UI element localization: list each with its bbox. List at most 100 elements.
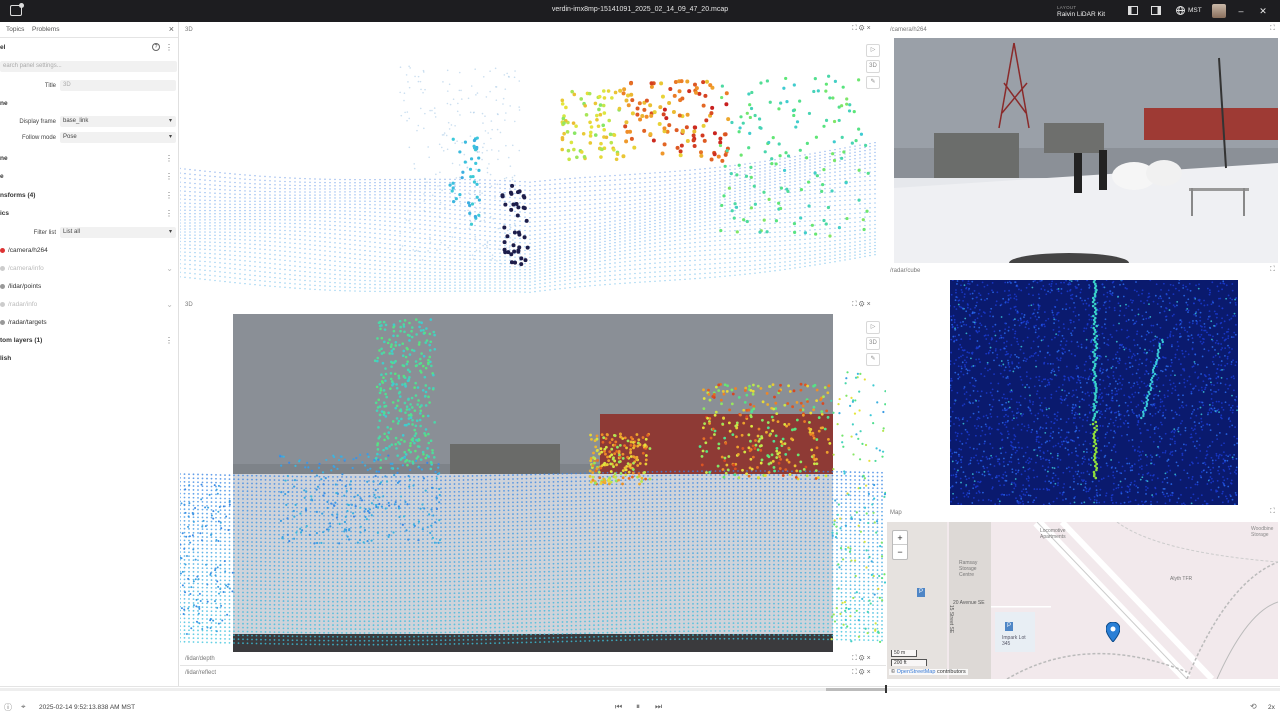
visibility-icon[interactable] (0, 301, 5, 307)
tab-problems[interactable]: Problems (32, 26, 59, 33)
sidebar-tabs: Topics Problems × (0, 22, 178, 38)
close-sidebar-icon[interactable]: × (169, 24, 174, 34)
loop-icon[interactable]: ⟲ (1250, 702, 1257, 711)
zoom-in-button[interactable]: + (893, 531, 907, 545)
filter-list-select[interactable]: List all ▾ (60, 227, 176, 238)
timeline-track[interactable] (0, 688, 1280, 691)
select-tool-icon[interactable]: ▷ (866, 44, 880, 57)
chevron-down-icon: ▾ (168, 118, 172, 124)
section-custom-layers[interactable]: tom layers (1) ⋮ (0, 337, 179, 345)
left-sidebar-toggle-icon[interactable] (1128, 6, 1138, 16)
section-panel: el ? ⋮ (0, 43, 179, 52)
panel-title-map: Map (890, 510, 902, 516)
topic-label: /radar/targets (8, 319, 47, 326)
location-marker-icon[interactable] (1105, 621, 1121, 644)
filter-list-label: Filter list (33, 230, 56, 236)
topic-item[interactable]: /lidar/points (0, 283, 179, 290)
right-sidebar-toggle-icon[interactable] (1151, 6, 1161, 16)
topic-label: /camera/info (8, 265, 44, 272)
fullscreen-icon[interactable]: ⛶ (1270, 508, 1275, 516)
street-label: 20 Avenue SE (953, 600, 985, 606)
map-label: Locomotive Apartments (1040, 528, 1066, 540)
globe-icon[interactable] (1175, 6, 1185, 16)
skip-back-icon[interactable]: ⏮ (615, 702, 622, 712)
playback-speed[interactable]: 2x (1268, 704, 1275, 711)
layout-label: LAYOUT (1057, 5, 1077, 10)
fullscreen-icon[interactable]: ⛶ (1270, 266, 1275, 274)
help-icon[interactable]: ? (152, 43, 160, 51)
section-publish[interactable]: lish (0, 355, 179, 362)
tab-topics[interactable]: Topics (6, 26, 24, 33)
section-frame[interactable]: ne (0, 100, 179, 107)
panel-toolbar[interactable]: ⛶⚙× (852, 301, 873, 309)
playback-timestamp[interactable]: 2025-02-14 9:52:13.838 AM MST (39, 704, 135, 711)
zoom-out-button[interactable]: − (893, 545, 907, 559)
layout-selector[interactable]: LAYOUT Raivin LiDAR Kit (1057, 4, 1105, 18)
close-window-icon[interactable]: ✕ (1258, 6, 1268, 16)
visibility-icon[interactable] (0, 265, 5, 271)
seek-to-time-icon[interactable]: ⌖ (21, 702, 26, 712)
follow-mode-value: Pose (63, 134, 77, 140)
topic-item[interactable]: /camera/info ⌄ (0, 265, 179, 273)
fullscreen-icon[interactable]: ⛶ (1270, 25, 1275, 33)
select-tool-icon[interactable]: ▷ (866, 321, 880, 334)
minimize-icon[interactable]: – (1236, 6, 1246, 16)
display-frame-select[interactable]: base_link ▾ (60, 116, 176, 127)
section-topics-label: ics (0, 210, 10, 217)
scale-bar-imperial: 200 ft (891, 659, 927, 666)
playhead[interactable] (885, 685, 887, 693)
topic-item[interactable]: /radar/targets (0, 319, 179, 326)
map-view[interactable]: + − Locomotive Apartments Ramsay Storage… (887, 522, 1278, 679)
panel-toolbar[interactable]: ⛶⚙× (852, 25, 873, 33)
visibility-icon[interactable] (0, 319, 5, 325)
user-avatar[interactable] (1212, 4, 1226, 18)
title-input[interactable]: 3D (60, 80, 176, 91)
map-label: Impark Lot 345 (1002, 635, 1026, 647)
section-panel-label: el (0, 44, 6, 51)
section-frame-label: ne (0, 100, 8, 107)
openstreetmap-link[interactable]: OpenStreetMap (897, 669, 936, 675)
section-transforms[interactable]: nsforms (4) ⋮ (0, 192, 179, 200)
lidar-3d-viewport[interactable]: ▷ 3D ✎ (180, 36, 886, 298)
topic-label: /lidar/points (8, 283, 42, 290)
chevron-down-icon: ⌄ (166, 300, 173, 309)
section-menu-icon[interactable]: ⋮ (165, 337, 173, 345)
panel-toolbar[interactable]: ⛶⚙× (852, 655, 873, 663)
section-menu-icon[interactable]: ⋮ (165, 192, 173, 200)
map-label: Ramsay Storage Centre (959, 560, 978, 578)
map-label: Alyth TFR (1170, 576, 1193, 582)
layout-name: Raivin LiDAR Kit (1057, 11, 1106, 18)
chevron-down-icon: ▾ (168, 134, 172, 140)
follow-mode-label: Follow mode (21, 135, 56, 141)
follow-mode-select[interactable]: Pose ▾ (60, 132, 176, 143)
timezone-label[interactable]: MST (1188, 7, 1202, 14)
visibility-icon[interactable] (0, 283, 5, 289)
measure-tool-icon[interactable]: ✎ (866, 353, 880, 366)
panel-title-radar: /radar/cube (890, 268, 921, 274)
camera-overlay-viewport[interactable]: ▷ 3D ✎ (180, 314, 886, 652)
scale-bar-metric: 50 m (891, 650, 917, 657)
topic-item[interactable]: /camera/h264 (0, 247, 179, 254)
topic-label: /camera/h264 (8, 247, 48, 254)
toggle-3d-icon[interactable]: 3D (866, 60, 880, 73)
skip-forward-icon[interactable]: ⏭ (655, 702, 662, 712)
section-menu-icon[interactable]: ⋮ (165, 155, 173, 163)
playback-bar: ⓘ ⌖ 2025-02-14 9:52:13.838 AM MST ⏮ ⏸ ⏭ … (0, 685, 1280, 720)
section-topics[interactable]: ics ⋮ (0, 210, 179, 218)
section-menu-icon[interactable]: ⋮ (165, 173, 173, 181)
visibility-icon[interactable] (0, 247, 5, 253)
panel-toolbar[interactable]: ⛶⚙× (852, 669, 873, 677)
section-scene[interactable]: ne ⋮ (0, 155, 179, 163)
info-icon[interactable]: ⓘ (4, 702, 12, 713)
display-frame-label: Display frame (19, 119, 56, 125)
section-grid[interactable]: e ⋮ (0, 173, 179, 181)
search-panel-settings-input[interactable]: earch panel settings... (0, 61, 177, 72)
toggle-3d-icon[interactable]: 3D (866, 337, 880, 350)
topic-item[interactable]: /radar/info ⌄ (0, 300, 179, 309)
radar-cube-image (950, 280, 1238, 505)
panel-divider (180, 665, 886, 666)
section-menu-icon[interactable]: ⋮ (165, 210, 173, 218)
play-pause-icon[interactable]: ⏸ (636, 702, 640, 712)
measure-tool-icon[interactable]: ✎ (866, 76, 880, 89)
panel-menu-icon[interactable]: ⋮ (165, 44, 173, 52)
